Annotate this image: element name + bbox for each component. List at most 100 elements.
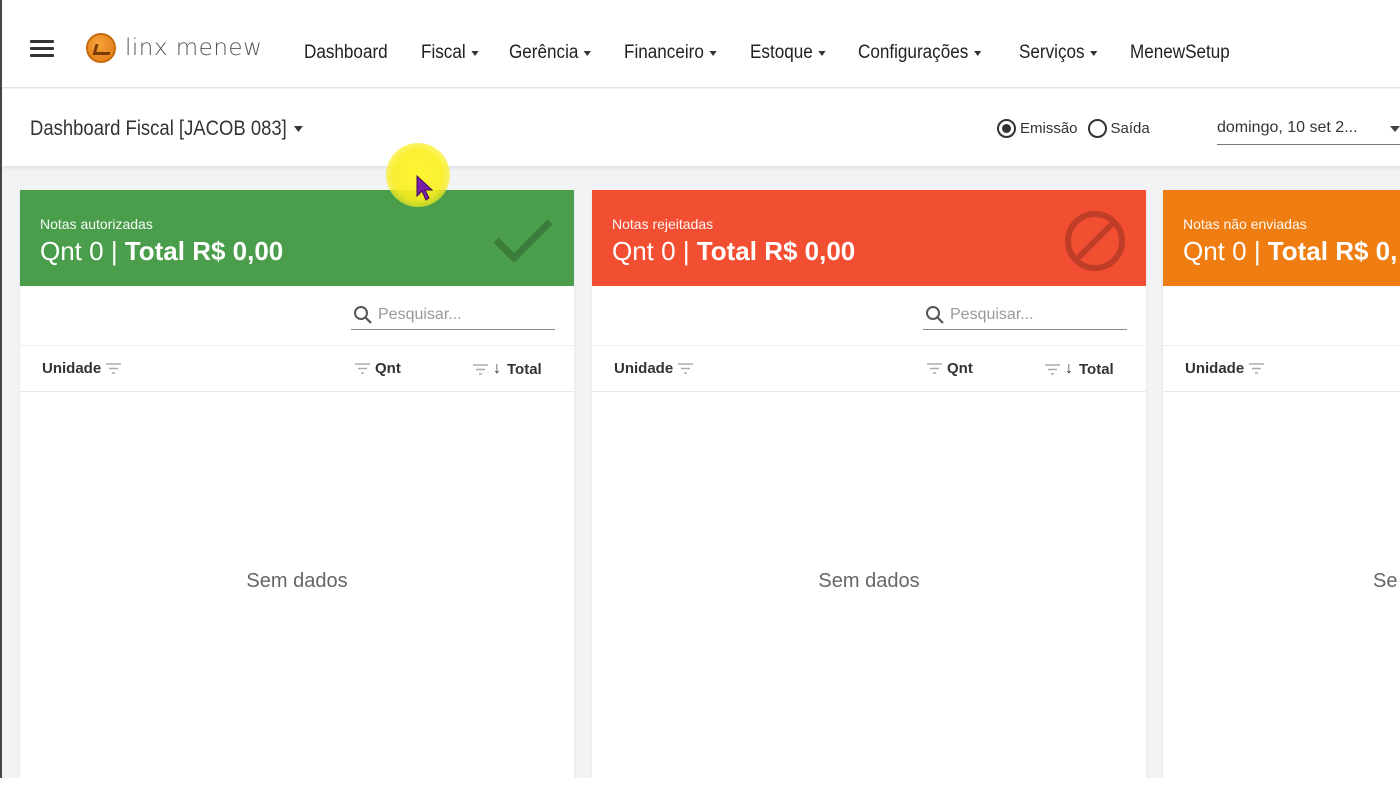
column-label: Total <box>1079 360 1114 378</box>
card-total: Total R$ 0,00 <box>124 236 284 266</box>
column-label: Unidade <box>1185 360 1245 377</box>
app-window: linx menew Dashboard Fiscal Gerência Fin… <box>0 0 1400 778</box>
column-qnt[interactable]: Qnt <box>350 360 401 377</box>
empty-state-text: Se <box>1373 570 1398 592</box>
caret-down-icon <box>973 50 982 56</box>
card-label: Notas não enviadas <box>1183 216 1307 232</box>
caret-down-icon <box>1390 126 1400 132</box>
menu-item-label: Estoque <box>750 42 814 63</box>
column-label: Total <box>507 360 542 378</box>
column-unidade[interactable]: Unidade <box>614 360 698 377</box>
column-label: Unidade <box>614 360 674 377</box>
date-select-value: domingo, 10 set 2... <box>1217 118 1358 136</box>
column-total[interactable]: ↓ Total <box>1040 360 1114 378</box>
empty-state-text: Sem dados <box>246 570 348 592</box>
menu-item-label: MenewSetup <box>1129 42 1230 63</box>
filter-icon[interactable] <box>106 363 122 374</box>
check-icon <box>493 219 553 262</box>
card-separator: | <box>675 236 697 266</box>
menu-item-label: Financeiro <box>623 42 704 63</box>
card-summary: Qnt 0 | Total R$ 0,00 <box>40 236 283 267</box>
radio-label: Saída <box>1110 120 1150 137</box>
card-total: Total R$ 0, <box>1267 236 1398 266</box>
table-header: Unidade Qnt ↓ Total <box>20 346 574 392</box>
brand-name: linx menew <box>125 35 263 61</box>
menu-item-servicos[interactable]: Serviços <box>1019 42 1097 64</box>
date-type-radio-group: Emissão Saída <box>997 119 1160 138</box>
card-notas-nao-enviadas: Notas não enviadas Qnt 0 | Total R$ 0, U… <box>1163 190 1400 778</box>
caret-down-icon <box>1089 50 1097 56</box>
menu-item-label: Configurações <box>858 42 969 63</box>
menu-item-dashboard[interactable]: Dashboard <box>304 42 388 64</box>
column-label: Qnt <box>375 360 401 377</box>
dashboard-selector[interactable]: Dashboard Fiscal [JACOB 083] <box>30 117 303 141</box>
top-navbar: linx menew Dashboard Fiscal Gerência Fin… <box>2 0 1400 88</box>
empty-state-text: Sem dados <box>818 570 920 592</box>
filter-icon[interactable] <box>1045 363 1060 375</box>
filter-icon[interactable] <box>927 363 942 374</box>
caret-down-icon <box>583 50 591 56</box>
card-header: Notas não enviadas Qnt 0 | Total R$ 0, <box>1163 190 1400 286</box>
brand-logo-icon <box>86 33 116 63</box>
column-unidade[interactable]: Unidade <box>42 360 126 377</box>
block-icon <box>1065 211 1125 271</box>
caret-down-icon <box>708 50 717 56</box>
bottom-strip <box>0 778 1400 788</box>
menu-item-label: Dashboard <box>304 42 388 63</box>
search-icon <box>926 305 944 324</box>
card-label: Notas autorizadas <box>40 216 153 232</box>
main-menu: Dashboard Fiscal Gerência Financeiro Est… <box>304 40 1264 66</box>
column-label: Unidade <box>42 360 102 377</box>
filter-icon[interactable] <box>473 363 488 375</box>
search-input[interactable]: Pesquisar... <box>923 300 1127 330</box>
hamburger-menu-icon[interactable] <box>30 40 54 58</box>
radio-checked-icon <box>997 119 1016 138</box>
mouse-cursor-icon <box>416 174 434 201</box>
radio-saida[interactable]: Saída <box>1087 119 1150 138</box>
filter-icon[interactable] <box>355 363 370 374</box>
menu-item-financeiro[interactable]: Financeiro <box>623 42 717 64</box>
card-label: Notas rejeitadas <box>612 216 714 232</box>
search-input[interactable]: Pesquisar... <box>351 300 555 330</box>
column-label: Qnt <box>947 360 973 377</box>
radio-emissao[interactable]: Emissão <box>997 119 1078 138</box>
brand-logo[interactable]: linx menew <box>86 32 262 64</box>
card-separator: | <box>1246 236 1268 266</box>
card-header: Notas autorizadas Qnt 0 | Total R$ 0,00 <box>20 190 574 286</box>
caret-down-icon <box>818 50 826 56</box>
menu-item-label: Serviços <box>1018 42 1085 63</box>
card-separator: | <box>103 236 125 266</box>
radio-unchecked-icon <box>1087 119 1107 138</box>
search-placeholder: Pesquisar... <box>950 305 1034 323</box>
card-search-row: Pesquisar... <box>592 286 1146 346</box>
column-unidade[interactable]: Unidade <box>1185 360 1269 377</box>
caret-down-icon <box>471 50 479 56</box>
filter-icon[interactable] <box>1249 363 1265 374</box>
menu-item-label: Gerência <box>508 42 578 63</box>
menu-item-gerencia[interactable]: Gerência <box>509 42 591 64</box>
card-search-row: Pesquisar... <box>20 286 574 346</box>
card-summary: Qnt 0 | Total R$ 0, <box>1183 236 1397 267</box>
caret-down-icon <box>293 126 303 132</box>
menu-item-configuracoes[interactable]: Configurações <box>858 42 982 64</box>
menu-item-menewsetup[interactable]: MenewSetup <box>1130 42 1230 64</box>
date-select[interactable]: domingo, 10 set 2... <box>1217 111 1400 145</box>
column-qnt[interactable]: Qnt <box>922 360 973 377</box>
search-placeholder: Pesquisar... <box>378 305 462 323</box>
sort-arrow-down-icon: ↓ <box>493 360 501 377</box>
menu-item-estoque[interactable]: Estoque <box>750 42 826 64</box>
card-qnt: Qnt 0 <box>612 236 676 266</box>
column-total[interactable]: ↓ Total <box>468 360 542 378</box>
filter-icon[interactable] <box>678 363 694 374</box>
radio-label: Emissão <box>1020 120 1078 137</box>
search-icon <box>354 305 372 324</box>
menu-item-label: Fiscal <box>420 42 466 63</box>
page-title: Dashboard Fiscal [JACOB 083] <box>30 117 287 140</box>
table-header: Unidade Qnt ↓ Total <box>592 346 1146 392</box>
menu-item-fiscal[interactable]: Fiscal <box>420 42 479 64</box>
card-summary: Qnt 0 | Total R$ 0,00 <box>612 236 855 267</box>
card-qnt: Qnt 0 <box>40 236 104 266</box>
dashboard-toolbar: Dashboard Fiscal [JACOB 083] Emissão Saí… <box>2 89 1400 166</box>
card-total: Total R$ 0,00 <box>696 236 856 266</box>
card-notas-rejeitadas: Notas rejeitadas Qnt 0 | Total R$ 0,00 P… <box>592 190 1146 778</box>
